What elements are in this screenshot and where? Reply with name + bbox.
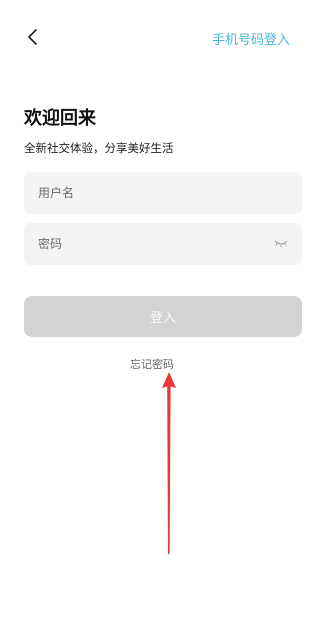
password-field[interactable] <box>24 223 302 265</box>
username-input[interactable] <box>24 172 302 214</box>
back-button[interactable] <box>22 26 44 48</box>
eye-closed-icon[interactable] <box>274 238 288 248</box>
login-button[interactable]: 登入 <box>24 296 302 337</box>
phone-login-link[interactable]: 手机号码登入 <box>212 29 290 48</box>
page-subtitle: 全新社交体验，分享美好生活 <box>24 141 174 155</box>
status-bar <box>0 0 304 8</box>
forgot-password-link[interactable]: 忘记密码 <box>0 356 304 372</box>
password-input[interactable] <box>24 223 302 265</box>
red-arrow-annotation <box>162 372 176 554</box>
username-field[interactable] <box>24 172 302 214</box>
chevron-left-icon <box>28 29 37 45</box>
page-title: 欢迎回来 <box>24 108 96 129</box>
